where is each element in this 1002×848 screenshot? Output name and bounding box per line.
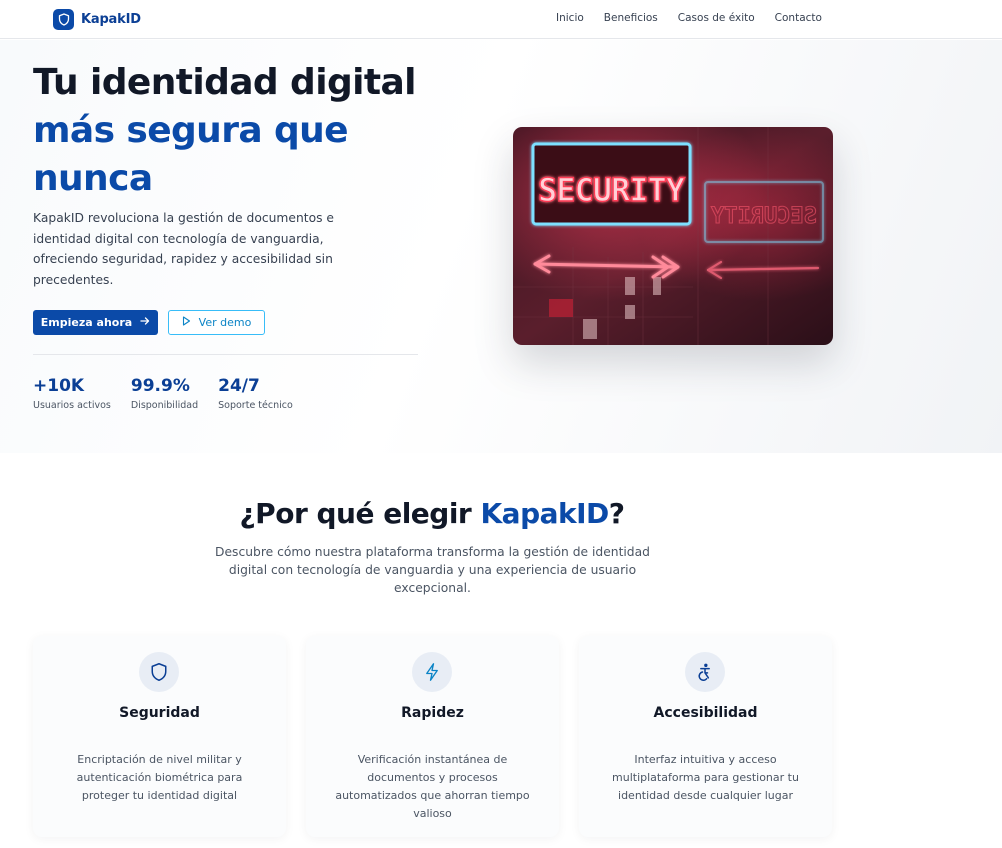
- stat-label: Usuarios activos: [33, 400, 111, 411]
- feature-description: Interfaz intuitiva y acceso multiplatafo…: [612, 753, 799, 802]
- stat-users: +10K Usuarios activos: [33, 375, 111, 411]
- stat-value: 24/7: [218, 376, 260, 396]
- ver-demo-button[interactable]: Ver demo: [168, 310, 265, 335]
- hero-title-line-3: nunca: [33, 158, 153, 199]
- empieza-ahora-label: Empieza ahora: [40, 316, 133, 329]
- hero-title-line-2: más segura que: [33, 110, 349, 151]
- hero-title-line-1: Tu identidad digital: [33, 62, 417, 103]
- nav-link-contacto[interactable]: Contacto: [775, 12, 822, 24]
- why-title-brand: KapakID: [480, 497, 609, 530]
- feature-title: Seguridad: [119, 705, 200, 721]
- feature-title: Accesibilidad: [653, 705, 758, 721]
- why-section-description: Descubre cómo nuestra plataforma transfo…: [215, 545, 650, 595]
- empieza-ahora-button[interactable]: Empieza ahora: [33, 310, 158, 335]
- stat-label: Disponibilidad: [130, 400, 199, 411]
- play-icon: [182, 316, 191, 329]
- brand-name: KapakID: [81, 11, 141, 27]
- neon-sign-text: SECURITY: [538, 171, 686, 209]
- feature-card-rapidez: Rapidez Verificación instantánea de docu…: [306, 636, 559, 837]
- nav-menu: Inicio Beneficios Casos de éxito Contact…: [556, 12, 822, 24]
- stat-value: 99.9%: [130, 376, 190, 396]
- shield-icon: [139, 652, 179, 692]
- hero-description: KapakID revoluciona la gestión de docume…: [33, 211, 334, 287]
- why-title-prefix: ¿Por qué elegir: [239, 497, 481, 530]
- stat-support: 24/7 Soporte técnico: [218, 375, 293, 411]
- feature-description: Verificación instantánea de documentos y…: [335, 753, 530, 820]
- why-title-suffix: ?: [608, 497, 625, 530]
- nav-link-beneficios[interactable]: Beneficios: [604, 12, 658, 24]
- top-navbar: KapakID Inicio Beneficios Casos de éxito…: [0, 0, 1002, 39]
- arrow-right-icon: [140, 316, 150, 329]
- nav-link-inicio[interactable]: Inicio: [556, 12, 584, 24]
- stat-value: +10K: [33, 376, 85, 396]
- brand-logo-link[interactable]: KapakID: [53, 8, 141, 30]
- hero-security-neon-image: SECURITY SECURITY: [513, 127, 833, 345]
- hero-divider: [33, 354, 418, 355]
- stat-availability: 99.9% Disponibilidad: [131, 375, 198, 411]
- neon-reflection-text: SECURITY: [710, 204, 817, 229]
- why-section-title: ¿Por qué elegir KapakID?: [0, 497, 864, 530]
- feature-title: Rapidez: [401, 705, 464, 721]
- feature-card-accesibilidad: Accesibilidad Interfaz intuitiva y acces…: [579, 636, 832, 837]
- stats-row: +10K Usuarios activos 99.9% Disponibilid…: [33, 375, 293, 411]
- accessibility-icon: [685, 652, 725, 692]
- hero-title: Tu identidad digital más segura que nunc…: [33, 59, 453, 203]
- stat-label: Soporte técnico: [218, 400, 293, 411]
- nav-link-casos-de-exito[interactable]: Casos de éxito: [678, 12, 755, 24]
- feature-description: Encriptación de nivel militar y autentic…: [76, 753, 243, 802]
- hero-section: Tu identidad digital más segura que nunc…: [0, 40, 1002, 453]
- feature-card-seguridad: Seguridad Encriptación de nivel militar …: [33, 636, 286, 837]
- shield-icon: [53, 8, 74, 30]
- lightning-icon: [412, 652, 452, 692]
- ver-demo-label: Ver demo: [198, 316, 252, 329]
